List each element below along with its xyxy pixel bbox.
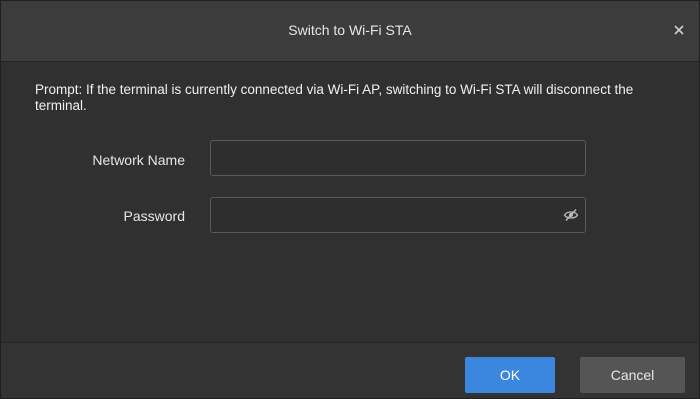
- ok-button[interactable]: OK: [465, 357, 555, 393]
- close-button[interactable]: [667, 19, 691, 41]
- network-name-label: Network Name: [92, 152, 185, 168]
- dialog-title: Switch to Wi-Fi STA: [288, 22, 412, 38]
- password-visibility-toggle[interactable]: [561, 205, 581, 225]
- dialog-titlebar: Switch to Wi-Fi STA: [1, 1, 699, 62]
- close-icon: [674, 25, 684, 35]
- cancel-button[interactable]: Cancel: [580, 357, 685, 393]
- password-input[interactable]: [210, 197, 586, 233]
- network-name-input[interactable]: [210, 140, 586, 176]
- prompt-message: Prompt: If the terminal is currently con…: [35, 82, 634, 113]
- eye-slash-icon: [563, 209, 579, 221]
- password-label: Password: [123, 208, 185, 224]
- wifi-sta-dialog: Switch to Wi-Fi STA Prompt: If the termi…: [0, 0, 700, 399]
